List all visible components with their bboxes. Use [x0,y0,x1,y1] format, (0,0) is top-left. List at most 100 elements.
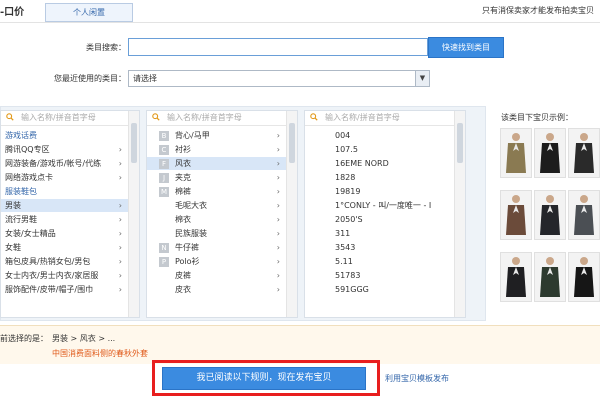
quick-find-button[interactable]: 快速找到类目 [428,37,504,58]
category-row[interactable]: 皮裤 › [147,269,286,282]
category-row[interactable]: F 风衣 › [147,157,286,170]
example-image-coat-black-4 [568,252,600,302]
category-row[interactable]: M 棉裤 › [147,185,286,198]
category-label: 004 [335,131,351,140]
category-row[interactable]: P Polo衫 › [147,255,286,268]
category-label: 1°CONLY - 叫/一度唯一 - I [335,201,432,210]
category-label: 51783 [335,271,361,280]
chevron-right-icon: › [276,159,280,168]
category-row[interactable]: 16EME NORD [305,157,454,170]
current-selection-label: 前选择的是： [0,334,48,343]
category-row[interactable]: 箱包皮具/热销女包/男包 › [1,255,128,268]
category-row[interactable]: 民族服装 › [147,227,286,240]
category-row[interactable]: 棉衣 › [147,213,286,226]
category-row[interactable]: 女装/女士精品 › [1,227,128,240]
chevron-right-icon: › [118,173,122,182]
search-icon [152,113,160,121]
category-note: 中国消费面料侧的春秋外套 [52,349,148,358]
category-column-1: 输入名称/拼音首字母 游戏话费 腾讯QQ专区 › 网游装备/游戏币/帐号/代练 › 网络游… [0,110,140,318]
example-image-coat-gray [568,190,600,240]
example-image-jacket-plaid [500,190,532,240]
category-label: 311 [335,229,351,238]
category-label: 5.11 [335,257,353,266]
category-row[interactable]: 5.11 [305,255,454,268]
example-image-coat-black-3 [500,252,532,302]
category-label: 服装鞋包 [5,187,37,196]
example-image-coat-dark-green [534,252,566,302]
category-label: 夹克 [175,173,191,182]
category-search-input[interactable] [128,38,428,56]
category-label: 牛仔裤 [175,243,199,252]
category-label: 女装/女士精品 [5,229,56,238]
category-row[interactable]: 网游装备/游戏币/帐号/代练 › [1,157,128,170]
category-row[interactable]: 毛呢大衣 › [147,199,286,212]
index-letter-badge: N [159,242,169,253]
category-row[interactable]: 1828 [305,171,454,184]
category-label: 背心/马甲 [175,131,210,140]
category-row[interactable]: J 夹克 › [147,171,286,184]
category-row[interactable]: 3543 [305,241,454,254]
category-label: 男装 [5,201,21,210]
template-publish-link[interactable]: 利用宝贝模板发布 [385,373,449,384]
scrollbar[interactable] [128,111,139,317]
category-row[interactable]: 男装 › [1,199,128,212]
category-row[interactable]: 107.5 [305,143,454,156]
category-label: 女士内衣/男士内衣/家居服 [5,271,99,280]
index-letter-badge: B [159,130,169,141]
category-label: 腾讯QQ专区 [5,145,50,154]
select-value: 请选择 [133,74,157,83]
tab-personal-idle[interactable]: 个人闲置 [45,3,133,22]
scrollbar[interactable] [286,111,297,317]
publish-button[interactable]: 我已阅读以下规则，现在发布宝贝 [162,367,366,390]
category-row[interactable]: B 背心/马甲 › [147,129,286,142]
page-title: -口价 [0,7,25,18]
chevron-right-icon: › [118,229,122,238]
category-row[interactable]: C 衬衫 › [147,143,286,156]
category-row[interactable]: 591GGG [305,283,454,296]
chevron-right-icon: › [118,159,122,168]
category-row[interactable]: 女士内衣/男士内衣/家居服 › [1,269,128,282]
example-image-coat-black [534,128,566,178]
auction-notice: 只有消保卖家才能发布拍卖宝贝 [482,6,594,15]
chevron-right-icon: › [276,229,280,238]
category-row[interactable]: N 牛仔裤 › [147,241,286,254]
category-row[interactable]: 腾讯QQ专区 › [1,143,128,156]
column-search-input[interactable]: 输入名称/拼音首字母 [147,111,286,126]
search-icon [6,113,14,121]
category-column-3: 输入名称/拼音首字母 004 107.5 16EME NORD 1828 19819 1°… [304,110,466,318]
category-row[interactable]: 网络游戏点卡 › [1,171,128,184]
index-letter-badge: F [159,158,169,169]
category-row[interactable]: 51783 [305,269,454,282]
category-row[interactable]: 皮衣 › [147,283,286,296]
category-label: Polo衫 [175,257,200,266]
category-row[interactable]: 流行男鞋 › [1,213,128,226]
recent-label: 您最近使用的类目： [54,74,126,83]
category-row[interactable]: 2050'S [305,213,454,226]
category-label: 棉衣 [175,215,191,224]
category-row[interactable]: 1°CONLY - 叫/一度唯一 - I [305,199,454,212]
category-row[interactable]: 004 [305,129,454,142]
category-row[interactable]: 女鞋 › [1,241,128,254]
category-row[interactable]: 服饰配件/皮带/帽子/围巾 › [1,283,128,296]
category-column-2: 输入名称/拼音首字母 B 背心/马甲 › C 衬衫 › F 风衣 › J 夹克 › M 棉裤 › 毛呢大衣 › 棉… [146,110,298,318]
chevron-right-icon: › [276,187,280,196]
chevron-right-icon: › [276,243,280,252]
category-label: 网络游戏点卡 [5,173,53,182]
recent-category-select[interactable]: 请选择 ▼ [128,70,430,87]
index-letter-badge: J [159,172,169,183]
chevron-right-icon: › [276,131,280,140]
category-label: 107.5 [335,145,358,154]
category-label: 毛呢大衣 [175,201,207,210]
category-label: 皮裤 [175,271,191,280]
scrollbar[interactable] [454,111,465,317]
category-row[interactable]: 311 [305,227,454,240]
category-row[interactable]: 19819 [305,185,454,198]
chevron-right-icon: › [276,145,280,154]
category-group-label: 游戏话费 [1,129,128,142]
chevron-right-icon: › [276,271,280,280]
column-search-input[interactable]: 输入名称/拼音首字母 [1,111,128,126]
example-image-coat-khaki [500,128,532,178]
column-search-input[interactable]: 输入名称/拼音首字母 [305,111,454,126]
example-gallery [500,128,600,318]
chevron-right-icon: › [276,257,280,266]
